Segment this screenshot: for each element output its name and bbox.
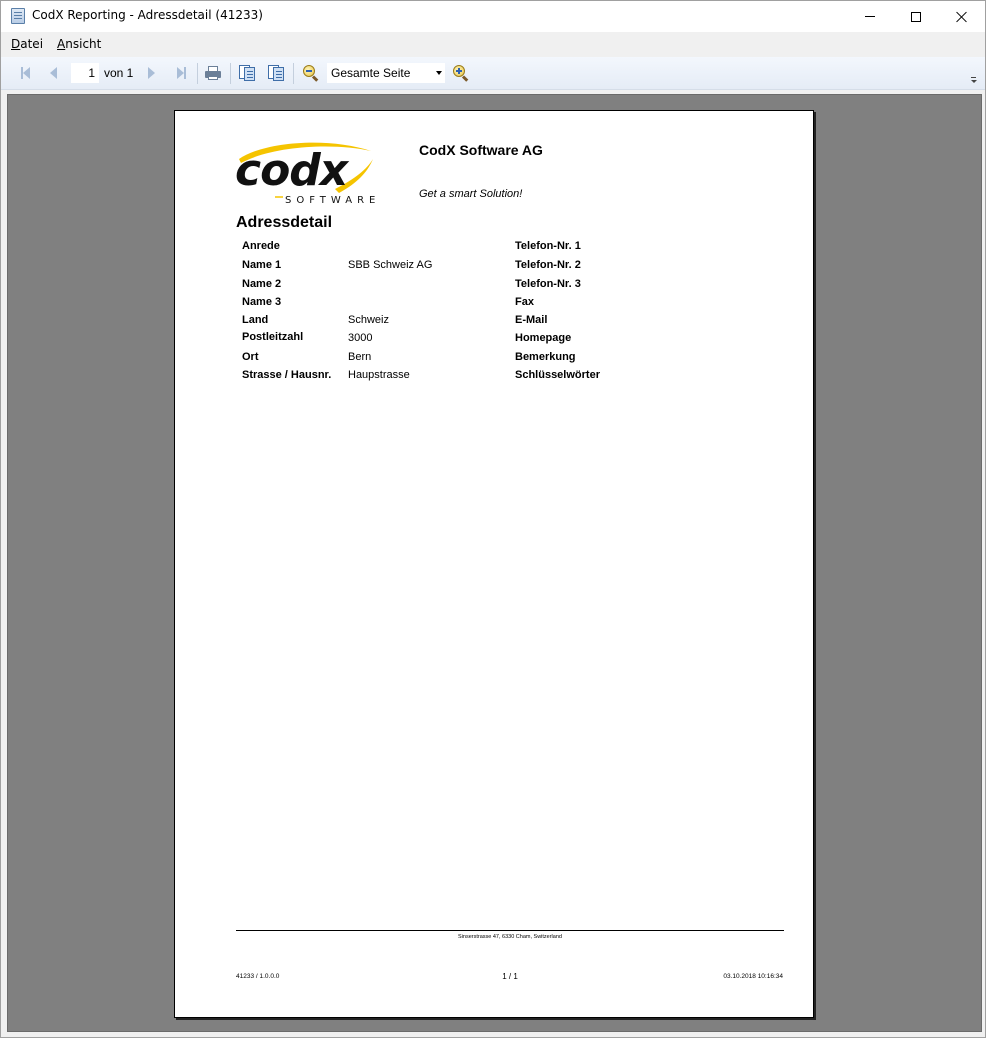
label-strasse: Strasse / Hausnr.	[242, 369, 332, 381]
zoom-value: Gesamte Seite	[331, 66, 411, 80]
footer-page-count: 1 / 1	[502, 972, 518, 981]
app-window: CodX Reporting - Adressdetail (41233) Da…	[0, 0, 986, 1038]
label-name1: Name 1	[242, 259, 282, 271]
toolbar-separator	[230, 63, 231, 84]
report-page: codx SOFTWARE CodX Software AG Get a sma…	[174, 110, 814, 1018]
maximize-button[interactable]	[893, 1, 939, 32]
next-page-button[interactable]	[145, 65, 157, 81]
label-name2: Name 2	[242, 278, 282, 290]
menu-bar: Datei Ansicht	[1, 32, 985, 56]
label-postleitzahl: Postleitzahl	[242, 331, 304, 343]
value-postleitzahl: 3000	[348, 332, 373, 344]
last-page-icon	[183, 67, 186, 79]
maximize-icon	[911, 11, 921, 22]
title-bar[interactable]: CodX Reporting - Adressdetail (41233)	[1, 1, 985, 32]
report-title: Adressdetail	[236, 214, 333, 231]
label-anrede: Anrede	[242, 240, 280, 252]
zoom-out-icon	[303, 65, 319, 82]
label-bemerkung: Bemerkung	[515, 351, 576, 363]
app-report-icon	[11, 8, 25, 24]
zoom-out-button[interactable]	[303, 65, 319, 82]
toolbar-separator	[197, 63, 198, 84]
zoom-dropdown[interactable]: Gesamte Seite	[327, 63, 445, 83]
zoom-in-icon	[453, 65, 469, 82]
footer-address: Sinserstrasse 47, 6330 Cham, Switzerland	[458, 934, 562, 940]
menu-datei[interactable]: Datei	[4, 37, 50, 51]
label-telefon1: Telefon-Nr. 1	[515, 240, 581, 252]
label-fax: Fax	[515, 296, 534, 308]
report-preview-area[interactable]: codx SOFTWARE CodX Software AG Get a sma…	[7, 94, 982, 1032]
last-page-arrow	[176, 67, 184, 79]
multi-page-icon	[268, 65, 284, 81]
first-page-arrow	[22, 67, 30, 79]
window-title: CodX Reporting - Adressdetail (41233)	[32, 8, 263, 22]
footer-print-date: 03.10.2018 10:16:34	[723, 973, 783, 980]
value-ort: Bern	[348, 351, 372, 363]
label-homepage: Homepage	[515, 332, 572, 344]
prev-page-icon	[49, 67, 57, 79]
minimize-button[interactable]	[847, 1, 893, 32]
label-telefon2: Telefon-Nr. 2	[515, 259, 581, 271]
menu-ansicht[interactable]: Ansicht	[50, 37, 108, 51]
logo-word: codx	[235, 145, 350, 196]
label-ort: Ort	[242, 351, 259, 363]
codx-logo: codx SOFTWARE	[235, 142, 380, 205]
company-name: CodX Software AG	[419, 142, 543, 158]
chevron-down-icon	[436, 71, 442, 75]
page-count-label: von 1	[104, 66, 134, 80]
footer-divider	[236, 930, 784, 931]
toolbar-separator	[293, 63, 294, 84]
single-page-icon	[239, 65, 255, 81]
close-icon	[956, 11, 968, 23]
print-button[interactable]	[205, 65, 221, 81]
minimize-icon	[865, 16, 875, 17]
printer-icon	[205, 66, 221, 80]
zoom-in-button[interactable]	[453, 65, 469, 82]
toolbar-overflow-button[interactable]	[970, 77, 978, 85]
value-strasse: Haupstrasse	[348, 369, 410, 381]
value-land: Schweiz	[348, 314, 389, 326]
preview-toolbar: 1 von 1 Gesamte Seite	[1, 57, 985, 90]
logo-subtitle: SOFTWARE	[285, 195, 380, 205]
multi-page-button[interactable]	[268, 65, 284, 81]
first-page-button[interactable]	[17, 65, 33, 81]
label-schluesselwoerter: Schlüsselwörter	[515, 369, 600, 381]
single-page-button[interactable]	[239, 65, 255, 81]
prev-page-button[interactable]	[47, 65, 59, 81]
close-button[interactable]	[939, 1, 985, 32]
label-email: E-Mail	[515, 314, 548, 326]
company-tagline: Get a smart Solution!	[419, 188, 523, 200]
last-page-button[interactable]	[173, 65, 189, 81]
label-telefon3: Telefon-Nr. 3	[515, 278, 581, 290]
label-land: Land	[242, 314, 269, 326]
value-name1: SBB Schweiz AG	[348, 259, 433, 271]
page-number-input[interactable]: 1	[71, 63, 99, 83]
label-name3: Name 3	[242, 296, 282, 308]
next-page-icon	[147, 67, 155, 79]
